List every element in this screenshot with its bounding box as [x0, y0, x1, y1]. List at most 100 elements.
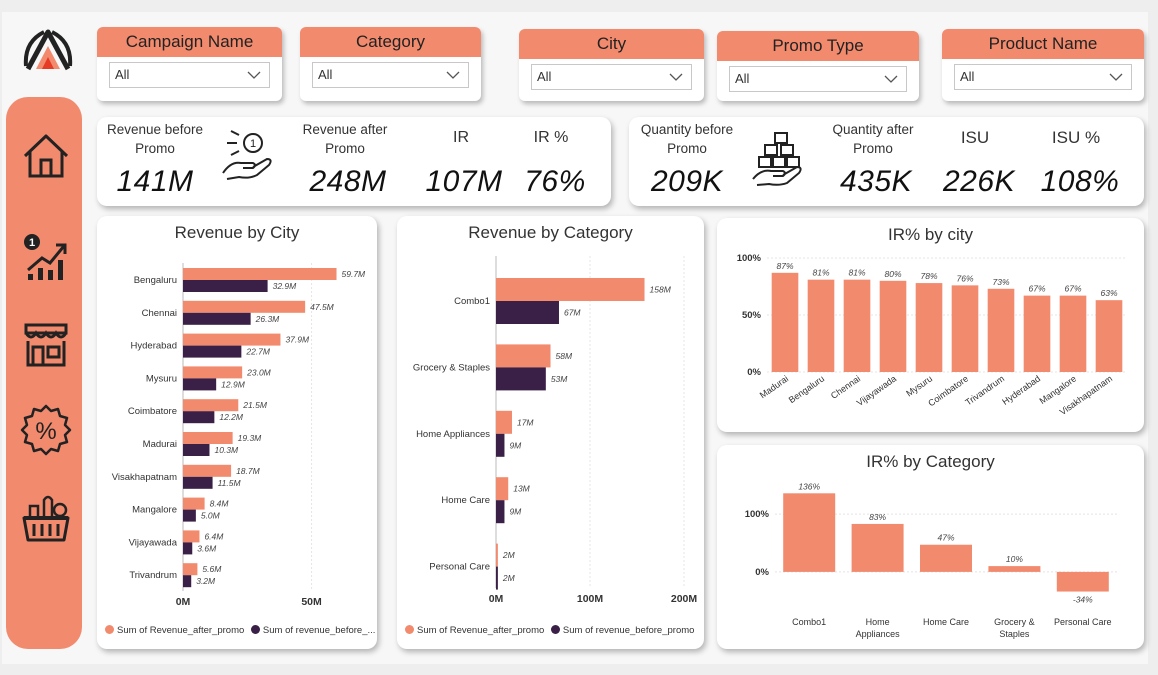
ir-label: IR	[453, 129, 469, 146]
data-label: 67%	[1028, 284, 1045, 294]
legend-dot-after	[105, 625, 114, 634]
slicer-title: City	[519, 29, 704, 59]
data-label: 76%	[956, 273, 973, 283]
column-bar	[1056, 571, 1109, 592]
slicer-title: Category	[300, 27, 481, 57]
data-label: 37.9M	[285, 335, 310, 345]
bar-before-promo	[183, 378, 217, 391]
quantity-before-label: Quantity before Promo	[640, 122, 734, 156]
data-label: 158M	[650, 285, 672, 295]
legend-dot-before	[250, 625, 260, 634]
dropdown-value: All	[537, 69, 552, 84]
data-label: 12.9M	[221, 379, 246, 389]
chart-legend: Sum of Revenue_after_promo Sum of revenu…	[105, 625, 375, 636]
category-label: Chennai	[829, 373, 862, 400]
column-bar	[783, 493, 836, 572]
x-tick-label: 200M	[671, 593, 698, 605]
category-label: Madurai	[758, 373, 790, 400]
store-icon[interactable]	[20, 319, 72, 371]
home-icon[interactable]	[20, 130, 72, 182]
revenue-after-label: Revenue after Promo	[302, 122, 388, 156]
quantity-after-value: 435K	[839, 165, 913, 198]
data-label: 17M	[517, 417, 534, 427]
data-label: 67M	[564, 308, 581, 318]
data-label: 6.4M	[204, 531, 224, 541]
column-bar	[988, 566, 1041, 572]
category-label: Hyderabad	[131, 341, 177, 352]
column-bar	[851, 523, 904, 572]
bar-after-promo	[183, 563, 198, 576]
bar-before-promo	[183, 312, 251, 325]
data-label: 47%	[937, 533, 954, 543]
category-dropdown[interactable]: All	[312, 62, 469, 88]
y-tick-label: 50%	[742, 310, 762, 321]
isu-label: ISU	[960, 128, 990, 147]
bar-before-promo	[183, 411, 215, 424]
product-name-dropdown[interactable]: All	[954, 64, 1132, 90]
bar-after-promo	[183, 399, 239, 412]
bar-before-promo	[496, 367, 546, 391]
revenue-by-city-card: Revenue by City 0M 50M Bengaluru 59.7M 32.9M…	[97, 216, 377, 649]
data-label: 10.3M	[214, 445, 239, 455]
x-tick-label: 50M	[301, 596, 322, 608]
slicer-title: Promo Type	[717, 31, 919, 61]
slicer-title: Product Name	[942, 29, 1144, 59]
data-label: 9M	[509, 440, 522, 450]
brand-logo	[23, 29, 73, 71]
bar-before-promo	[183, 509, 196, 522]
bar-before-promo	[183, 280, 268, 292]
ir-pct-by-city-card: IR% by city 0% 50% 100% 87% Madurai 81% Bengal…	[717, 218, 1144, 432]
data-label: 13M	[513, 484, 530, 494]
quantity-before-value: 209K	[650, 165, 724, 198]
promo-type-dropdown[interactable]: All	[729, 66, 907, 92]
column-bar	[771, 272, 799, 372]
data-label: 2M	[502, 550, 516, 560]
quantity-boxes-hand-icon	[752, 132, 802, 186]
ir-pct-by-category-card: IR% by Category 0% 100% 136% Combo1 83% Home A…	[717, 445, 1144, 649]
data-label: 78%	[920, 271, 937, 281]
grocery-basket-icon[interactable]	[20, 492, 72, 544]
column-bar	[920, 544, 972, 572]
bar-before-promo	[496, 301, 559, 324]
campaign-name-dropdown[interactable]: All	[109, 62, 270, 88]
data-label: 47.5M	[310, 302, 335, 312]
category-label: Madurai	[143, 439, 177, 450]
dropdown-value: All	[735, 71, 750, 86]
bar-before-promo	[183, 575, 192, 588]
bar-after-promo	[183, 497, 205, 510]
revenue-by-category-chart: 0M 100M 200M Combo1 158M 67M Grocery & Staples…	[413, 256, 698, 605]
category-label: Grocery & Staples	[994, 617, 1035, 639]
data-label: 9M	[509, 507, 522, 517]
category-label: Grocery & Staples	[413, 362, 490, 373]
data-label: 19.3M	[238, 433, 263, 443]
category-label: Mangalore	[132, 505, 177, 516]
category-slicer: Category All	[300, 27, 481, 101]
data-label: 81%	[848, 268, 865, 278]
growth-chart-icon[interactable]: 1	[20, 230, 72, 282]
city-slicer: City All	[519, 29, 704, 101]
column-bar	[951, 285, 979, 372]
bar-before-promo	[496, 500, 505, 524]
category-label: Mysuru	[904, 373, 934, 398]
bar-before-promo	[183, 444, 210, 456]
category-label: Bengaluru	[787, 373, 826, 405]
category-label: Trivandrum	[129, 570, 177, 581]
category-label: Coimbatore	[128, 406, 177, 417]
discount-percent-icon[interactable]: %	[20, 404, 72, 456]
column-bar	[843, 279, 871, 372]
x-tick-label: 100M	[577, 593, 604, 605]
revenue-kpi-card: Revenue before Promo 141M 1 Revenue afte…	[97, 117, 611, 206]
data-label: 81%	[812, 268, 829, 278]
category-label: Mysuru	[146, 373, 177, 384]
category-label: Home Care	[923, 617, 969, 627]
dropdown-value: All	[318, 67, 333, 82]
slicer-title: Campaign Name	[97, 27, 282, 57]
column-bar	[1059, 295, 1087, 372]
data-label: 18.7M	[236, 466, 261, 476]
campaign-name-slicer: Campaign Name All	[97, 27, 282, 101]
data-label: 12.2M	[219, 412, 244, 422]
revenue-after-value: 248M	[309, 165, 387, 198]
city-dropdown[interactable]: All	[531, 64, 692, 90]
bar-after-promo	[183, 530, 200, 543]
ir-pct-by-city-chart: 0% 50% 100% 87% Madurai 81% Bengaluru 81% Chenna…	[737, 253, 1127, 417]
